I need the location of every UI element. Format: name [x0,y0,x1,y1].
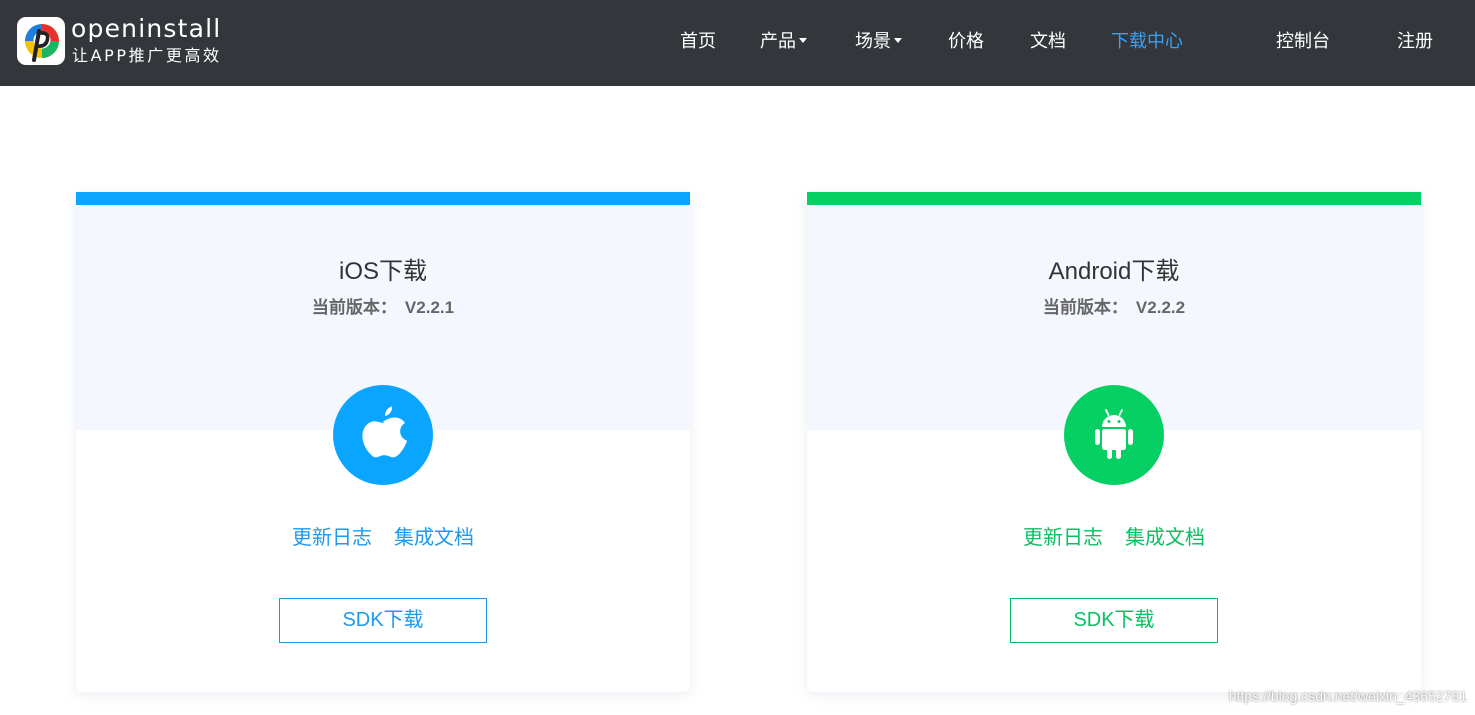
version-info: 当前版本： V2.2.1 [76,296,690,320]
register-label: 注册 [1397,31,1433,51]
changelog-link[interactable]: 更新日志 [1023,524,1103,552]
version-label: 当前版本： [311,298,397,317]
android-download-card: Android下载 当前版本： V2.2.2 更新日志 集成文档 SDK下载 [807,192,1421,692]
nav-download-center[interactable]: 下载中心 [1111,28,1183,54]
nav-pricing-label: 价格 [948,31,984,51]
card-accent-bar [807,192,1421,205]
version-info: 当前版本： V2.2.2 [807,296,1421,320]
integration-docs-link[interactable]: 集成文档 [1125,524,1205,552]
nav-scenarios-label: 场景 [855,31,891,51]
caret-down-icon [799,37,807,43]
card-links: 更新日志 集成文档 [807,524,1421,552]
source-watermark: https://blog.csdn.net/weixin_43652781 [1228,688,1467,704]
apple-icon [333,385,433,485]
sdk-download-button[interactable]: SDK下载 [1010,598,1218,643]
register-link[interactable]: 注册 [1397,28,1433,54]
caret-down-icon [894,37,902,43]
version-value: V2.2.1 [404,298,455,317]
integration-docs-link[interactable]: 集成文档 [394,524,474,552]
console-label: 控制台 [1276,31,1330,51]
nav-products-dropdown[interactable]: 产品 [760,28,807,54]
console-link[interactable]: 控制台 [1276,28,1330,54]
ios-download-card: iOS下载 当前版本： V2.2.1 更新日志 集成文档 SDK下载 [76,192,690,692]
brand-name[interactable]: openinstall [71,14,221,44]
nav-scenarios-dropdown[interactable]: 场景 [855,28,902,54]
nav-docs[interactable]: 文档 [1030,28,1066,54]
android-icon [1064,385,1164,485]
changelog-link[interactable]: 更新日志 [292,524,372,552]
version-value: V2.2.2 [1135,298,1186,317]
nav-home[interactable]: 首页 [680,28,716,54]
openinstall-logo-icon[interactable] [17,17,65,65]
card-accent-bar [76,192,690,205]
nav-docs-label: 文档 [1030,31,1066,51]
nav-products-label: 产品 [760,31,796,51]
nav-pricing[interactable]: 价格 [948,28,984,54]
nav-download-center-label: 下载中心 [1111,31,1183,51]
nav-home-label: 首页 [680,31,716,51]
brand-slogan: 让APP推广更高效 [72,46,222,65]
sdk-download-button[interactable]: SDK下载 [279,598,487,643]
version-label: 当前版本： [1042,298,1128,317]
card-title: Android下载 [1048,258,1180,285]
top-navbar: openinstall 让APP推广更高效 首页 产品 场景 价格 文档 下载中… [0,0,1475,86]
card-links: 更新日志 集成文档 [76,524,690,552]
card-title: iOS下载 [338,258,427,285]
